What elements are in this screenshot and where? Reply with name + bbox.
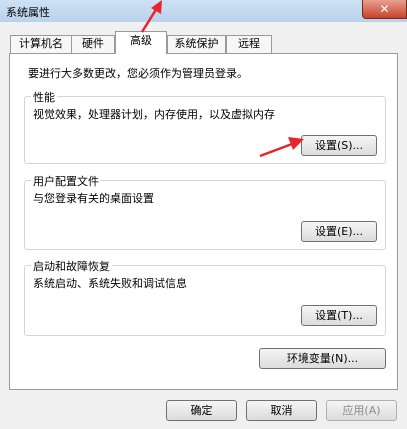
performance-group: 性能 视觉效果，处理器计划，内存使用，以及虚拟内存 设置(S)... <box>24 89 386 164</box>
performance-settings-button[interactable]: 设置(S)... <box>301 135 377 156</box>
title-bar: 系统属性 ✕ <box>0 0 407 22</box>
user-profiles-group: 用户配置文件 与您登录有关的桌面设置 设置(E)... <box>24 173 386 250</box>
annotation-arrow-right-icon <box>259 137 304 158</box>
tab-computer-name[interactable]: 计算机名 <box>10 35 72 53</box>
tab-hardware[interactable]: 硬件 <box>71 35 115 53</box>
user-profiles-settings-button[interactable]: 设置(E)... <box>301 221 377 242</box>
tab-remote[interactable]: 远程 <box>226 35 272 53</box>
window-title: 系统属性 <box>6 6 50 19</box>
startup-recovery-description: 系统启动、系统失败和调试信息 <box>33 277 187 290</box>
startup-recovery-settings-button[interactable]: 设置(T)... <box>301 305 377 326</box>
close-button[interactable]: ✕ <box>362 0 407 19</box>
startup-recovery-group: 启动和故障恢复 系统启动、系统失败和调试信息 设置(T)... <box>24 258 386 336</box>
ok-button[interactable]: 确定 <box>166 400 237 421</box>
cancel-button[interactable]: 取消 <box>246 400 317 421</box>
environment-variables-button[interactable]: 环境变量(N)... <box>259 348 386 369</box>
tab-advanced[interactable]: 高级 <box>115 31 167 54</box>
apply-button[interactable]: 应用(A) <box>326 400 397 421</box>
user-profiles-title: 用户配置文件 <box>31 173 101 189</box>
performance-title: 性能 <box>31 89 57 105</box>
close-icon: ✕ <box>379 2 390 16</box>
annotation-arrow-up-icon <box>140 0 162 33</box>
performance-description: 视觉效果，处理器计划，内存使用，以及虚拟内存 <box>33 108 275 121</box>
tab-system-protection[interactable]: 系统保护 <box>167 35 226 53</box>
user-profiles-description: 与您登录有关的桌面设置 <box>33 192 154 205</box>
startup-recovery-title: 启动和故障恢复 <box>31 258 112 274</box>
admin-note: 要进行大多数更改，您必须作为管理员登录。 <box>28 67 248 80</box>
